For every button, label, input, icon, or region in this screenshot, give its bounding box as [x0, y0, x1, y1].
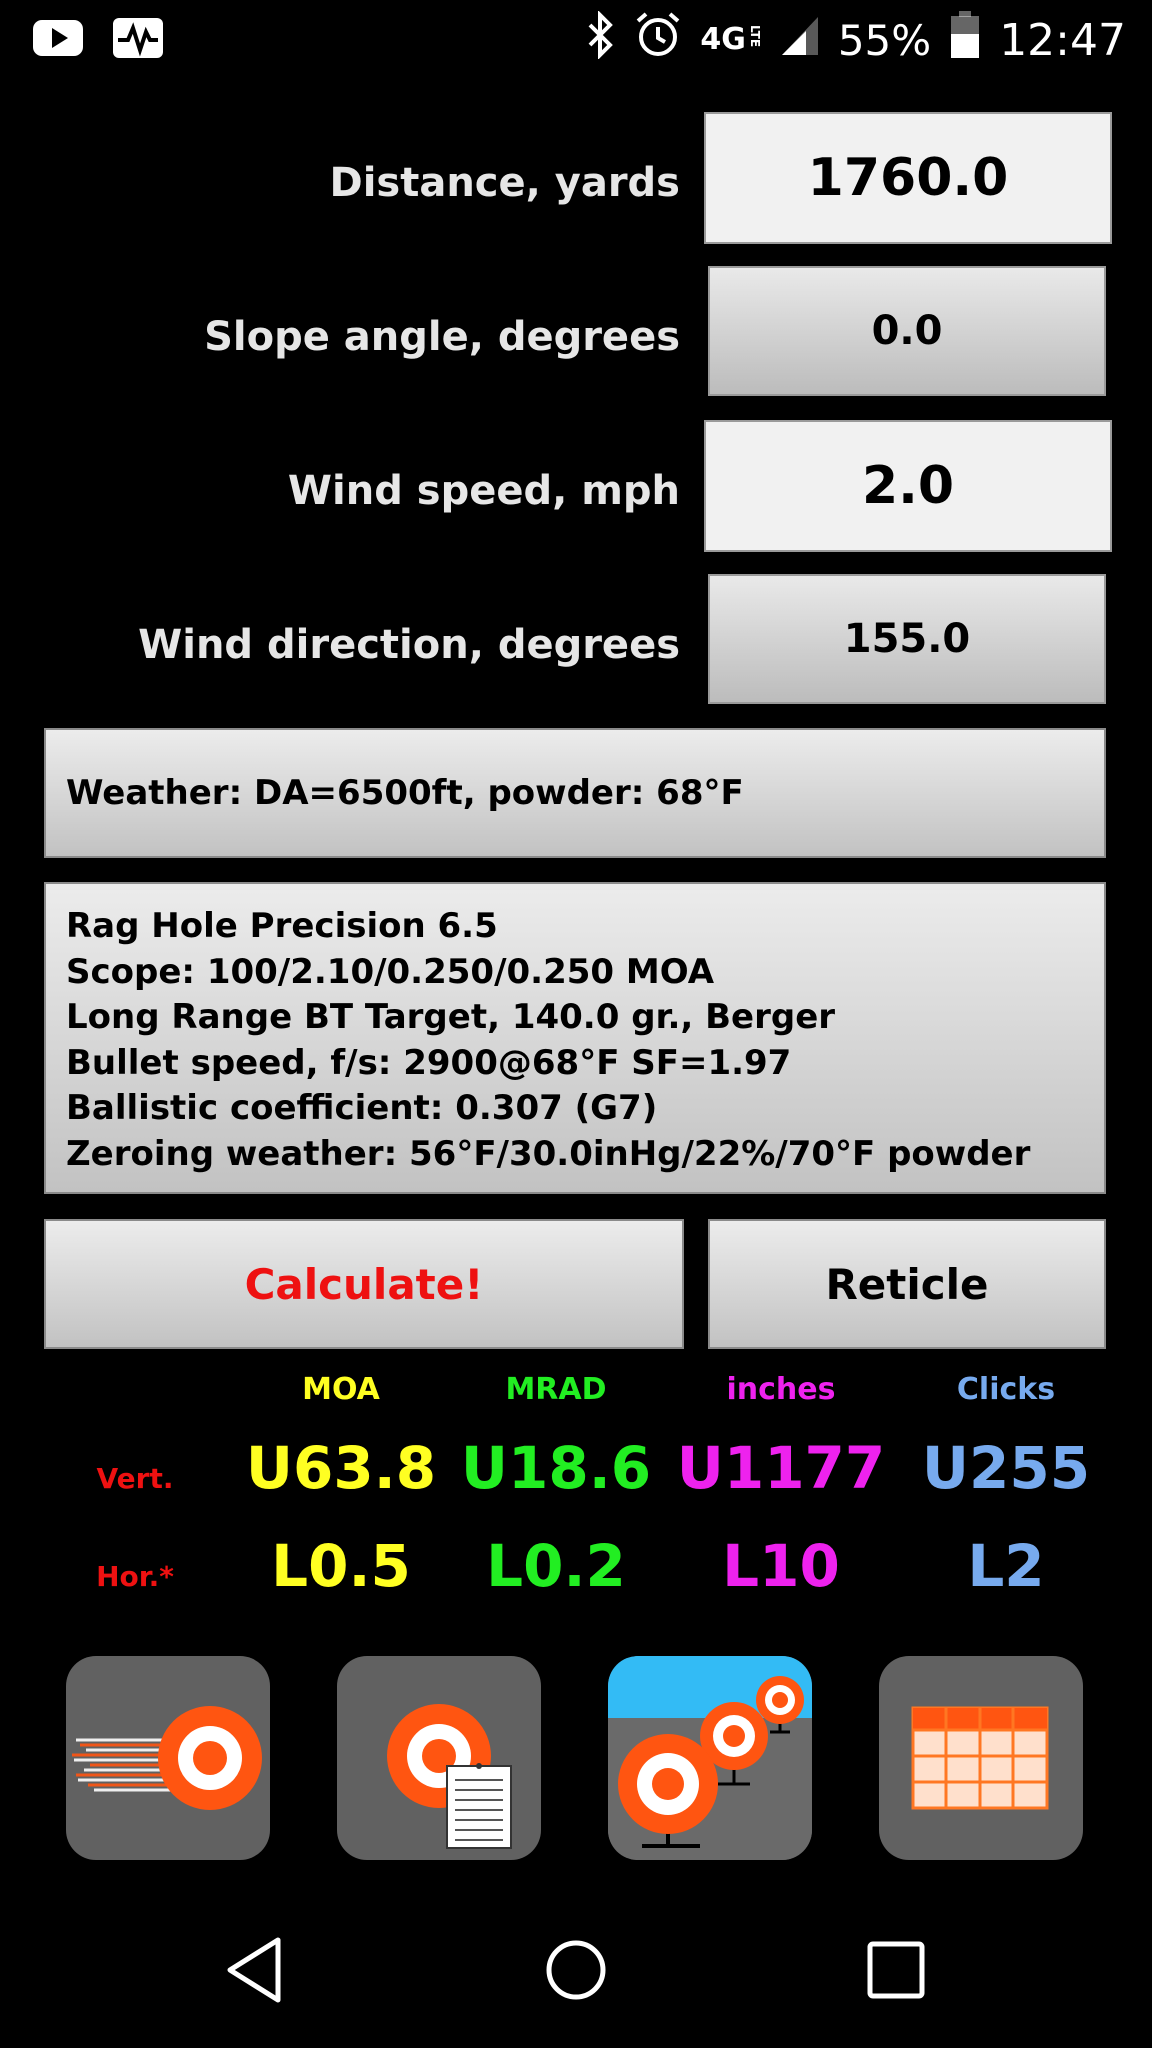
- hor-inches-value: L10: [722, 1532, 840, 1600]
- slope-angle-label: Slope angle, degrees: [204, 314, 680, 360]
- back-triangle-icon: [227, 1937, 281, 2003]
- profile-bullet: Long Range BT Target, 140.0 gr., Berger: [66, 997, 836, 1037]
- battery-percent: 55%: [837, 15, 932, 65]
- rifle-profile-button[interactable]: Rag Hole Precision 6.5 Scope: 100/2.10/0…: [44, 882, 1106, 1194]
- row-head-vertical: Vert.: [96, 1462, 174, 1495]
- home-button[interactable]: [536, 1930, 616, 2010]
- profile-scope: Scope: 100/2.10/0.250/0.250 MOA: [66, 951, 715, 992]
- wind-speed-input[interactable]: 2.0: [704, 420, 1112, 552]
- hor-mrad-value: L0.2: [486, 1532, 626, 1600]
- signal-icon: [780, 13, 820, 68]
- profile-rifle-name: Rag Hole Precision 6.5: [66, 906, 498, 946]
- home-circle-icon: [546, 1940, 606, 2000]
- vert-clicks-value: U255: [921, 1434, 1091, 1502]
- bluetooth-icon: [586, 9, 616, 70]
- col-head-moa: MOA: [302, 1372, 380, 1407]
- profile-bullet-speed: Bullet speed, f/s: 2900@68°F SF=1.97: [66, 1042, 792, 1083]
- youtube-icon: [32, 16, 84, 64]
- battery-icon: [949, 10, 981, 71]
- profile-zeroing-weather: Zeroing weather: 56°F/30.0inHg/22%/70°F …: [66, 1133, 1031, 1174]
- activity-monitor-icon: [112, 16, 164, 64]
- vert-moa-value: U63.8: [245, 1434, 437, 1502]
- table-icon: [911, 1706, 1049, 1810]
- target-notes-tile[interactable]: [337, 1656, 541, 1860]
- vert-mrad-value: U18.6: [460, 1434, 652, 1502]
- distance-input[interactable]: 1760.0: [704, 112, 1112, 244]
- recents-square-icon: [867, 1941, 925, 1999]
- back-button[interactable]: [216, 1930, 296, 2010]
- hor-moa-value: L0.5: [271, 1532, 411, 1600]
- wind-direction-button[interactable]: 155.0: [708, 574, 1106, 704]
- range-targets-tile[interactable]: [608, 1656, 812, 1860]
- vert-inches-value: U1177: [676, 1434, 886, 1502]
- network-type: 4G: [700, 22, 746, 57]
- alarm-icon: [634, 11, 682, 70]
- calculate-button[interactable]: Calculate!: [44, 1219, 684, 1349]
- col-head-inches: inches: [726, 1372, 836, 1407]
- hor-clicks-value: L2: [967, 1532, 1045, 1600]
- reticle-button[interactable]: Reticle: [708, 1219, 1106, 1349]
- status-bar: 4G LTE 55% 12:47: [0, 0, 1152, 80]
- trajectory-tile[interactable]: [66, 1656, 270, 1860]
- wind-speed-label: Wind speed, mph: [287, 468, 680, 514]
- col-head-clicks: Clicks: [956, 1372, 1056, 1407]
- clock: 12:47: [999, 14, 1126, 66]
- wind-direction-label: Wind direction, degrees: [138, 622, 680, 668]
- screen: 4G LTE 55% 12:47 Distance, yards 1760.0 …: [0, 0, 1152, 2048]
- profile-ballistic-coefficient: Ballistic coefficient: 0.307 (G7): [66, 1088, 658, 1128]
- row-head-horizontal: Hor.*: [96, 1560, 174, 1593]
- target-notes-icon: [387, 1704, 512, 1849]
- col-head-mrad: MRAD: [505, 1372, 607, 1407]
- slope-angle-button[interactable]: 0.0: [708, 266, 1106, 396]
- network-subtype: LTE: [747, 25, 762, 48]
- distance-label: Distance, yards: [329, 160, 680, 206]
- recents-button[interactable]: [856, 1930, 936, 2010]
- trajectory-icon: [72, 1706, 262, 1810]
- network-indicator: 4G LTE: [700, 25, 762, 55]
- range-targets-icon: [608, 1656, 812, 1860]
- weather-button[interactable]: Weather: DA=6500ft, powder: 68°F: [44, 728, 1106, 858]
- weather-summary: Weather: DA=6500ft, powder: 68°F: [66, 773, 744, 813]
- table-tile[interactable]: [879, 1656, 1083, 1860]
